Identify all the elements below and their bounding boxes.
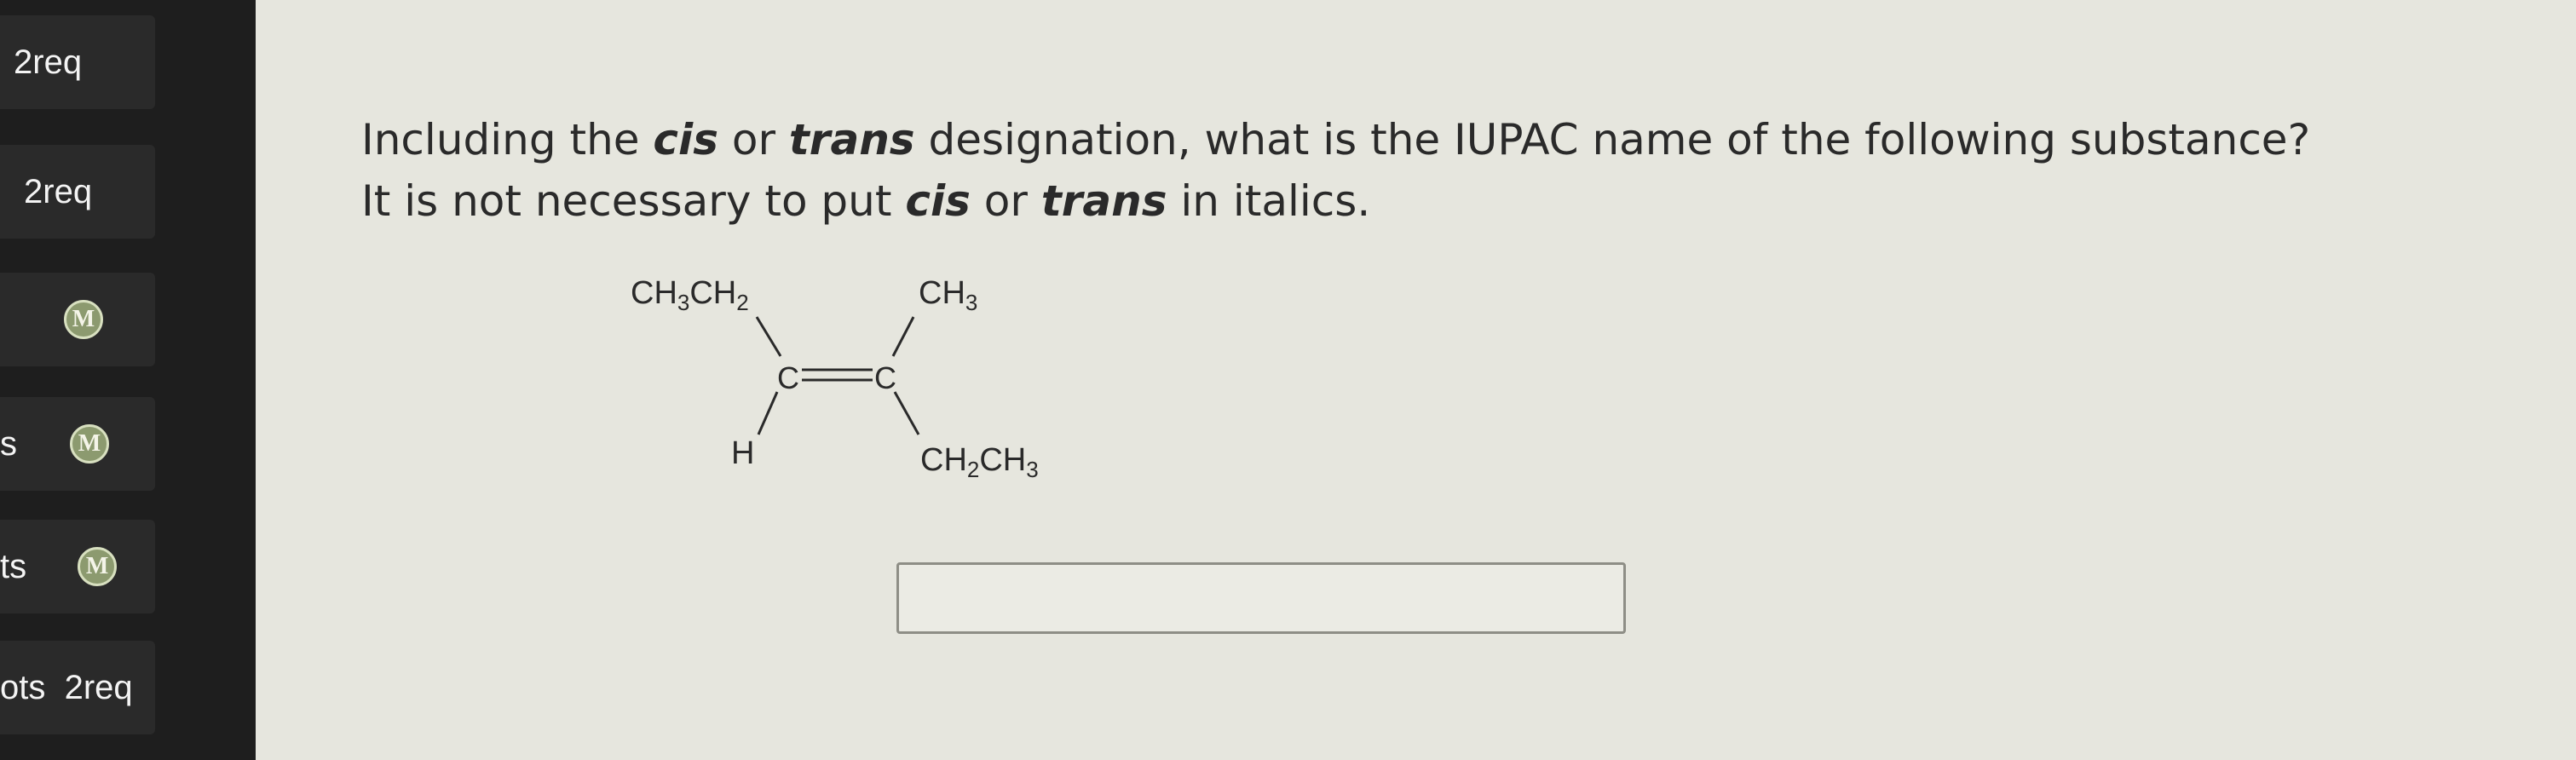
sidebar-item-4[interactable]: s M <box>0 397 155 491</box>
m-badge-icon: M <box>64 300 103 339</box>
sidebar-item-2[interactable]: 2req <box>0 145 155 239</box>
sidebar-item-5[interactable]: ts M <box>0 520 155 613</box>
sidebar-item-6[interactable]: ots 2req <box>0 641 155 734</box>
sidebar-item-3[interactable]: M <box>0 273 155 366</box>
sidebar-item-label: s <box>0 424 17 463</box>
question-panel: Including the cis or trans designation, … <box>256 0 2576 760</box>
sidebar: 2req 2req M s M ts M ots 2req <box>0 0 256 760</box>
sidebar-item-label: ots 2req <box>0 668 133 706</box>
bond-bottom-left <box>757 391 779 435</box>
carbon-right: C <box>874 360 896 395</box>
answer-input[interactable] <box>896 562 1626 634</box>
bottom-right-group: CH2​CH3​ <box>920 442 1039 482</box>
top-right-group: CH3​ <box>919 275 977 315</box>
sidebar-item-1[interactable]: 2req <box>0 15 155 109</box>
sidebar-item-label: 2req <box>14 43 83 81</box>
bottom-left-group: H <box>731 435 754 471</box>
molecule-structure: CH3​CH2​ CH3​ H CH2​CH3​ C C <box>631 275 1039 482</box>
bond-top-left <box>755 316 782 357</box>
m-badge-icon: M <box>78 547 118 586</box>
m-badge-icon: M <box>70 424 109 463</box>
sidebar-item-label: 2req <box>24 172 93 210</box>
bond-top-right <box>891 316 915 357</box>
carbon-left: C <box>777 360 799 395</box>
bond-bottom-right <box>893 391 920 435</box>
top-left-group: CH3​CH2​ <box>631 275 749 315</box>
sidebar-item-label: ts <box>0 547 27 585</box>
